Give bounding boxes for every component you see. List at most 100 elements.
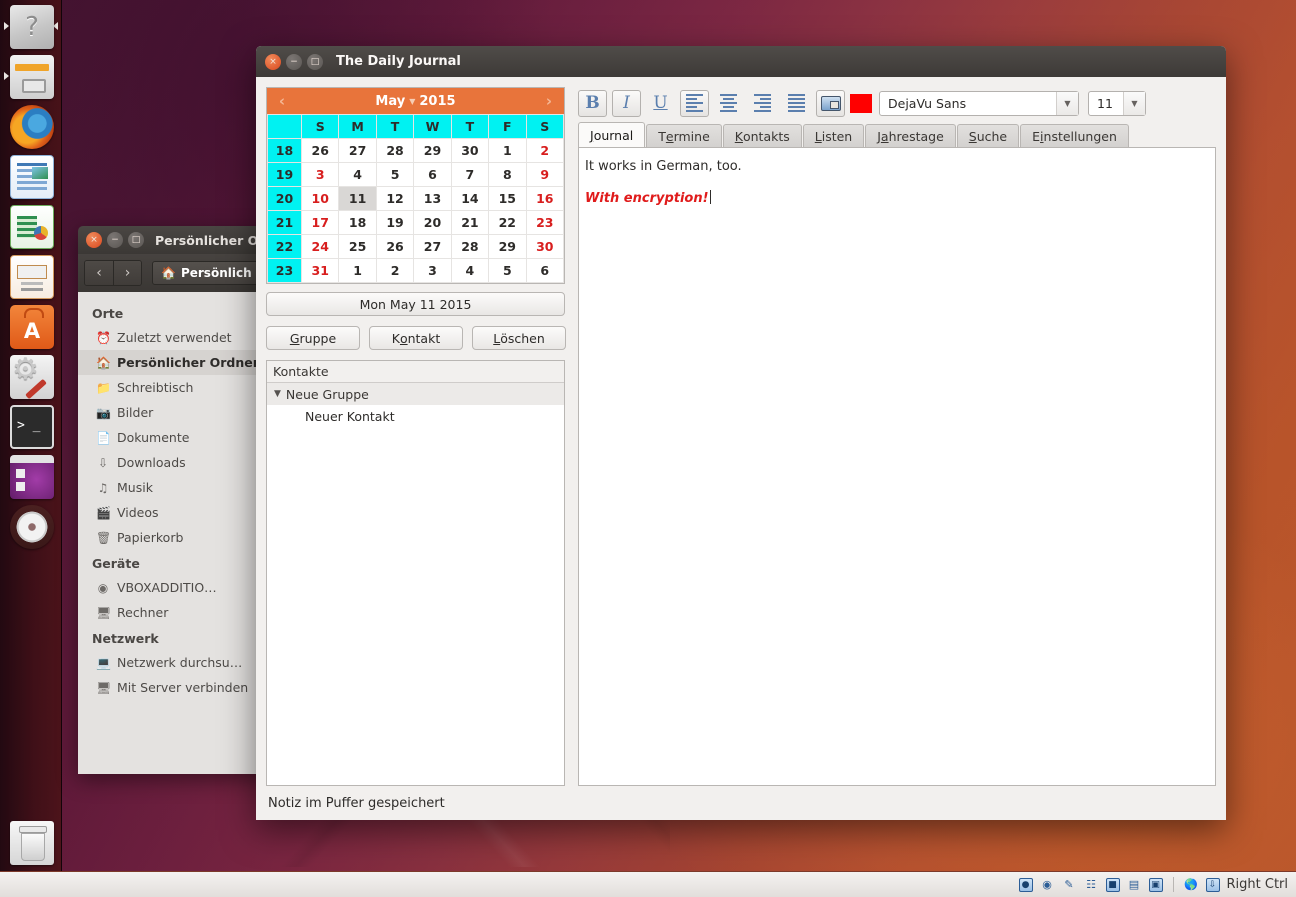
terminal-icon[interactable] xyxy=(10,405,54,449)
calendar-day-selected[interactable]: 11 xyxy=(338,186,377,211)
globe-icon[interactable]: 🌎 xyxy=(1184,877,1199,892)
selected-date-button[interactable]: Mon May 11 2015 xyxy=(266,292,565,316)
chevron-down-icon[interactable]: ▼ xyxy=(409,97,415,106)
pen-icon[interactable]: ✎ xyxy=(1062,877,1077,892)
launcher-item-files[interactable] xyxy=(4,52,58,102)
calendar-day[interactable]: 5 xyxy=(488,258,527,283)
dash-icon[interactable] xyxy=(10,5,54,49)
calendar-day[interactable]: 7 xyxy=(450,162,490,187)
expander-icon[interactable]: ▼ xyxy=(274,389,281,399)
calendar-day[interactable]: 28 xyxy=(450,234,490,259)
align-center-button[interactable] xyxy=(714,90,743,117)
launcher-item-workspace-switcher[interactable] xyxy=(4,452,58,502)
launcher-item-software-center[interactable] xyxy=(4,302,58,352)
back-button[interactable]: ‹ xyxy=(85,261,113,285)
calendar-day[interactable]: 23 xyxy=(525,210,565,235)
calendar-day[interactable]: 28 xyxy=(375,138,415,163)
text-color-swatch[interactable] xyxy=(850,93,872,113)
calendar-day[interactable]: 30 xyxy=(525,234,565,259)
calendar-day[interactable]: 1 xyxy=(338,258,377,283)
writer-icon[interactable] xyxy=(10,155,54,199)
calendar-day[interactable]: 19 xyxy=(375,210,415,235)
calendar-day[interactable]: 9 xyxy=(525,162,565,187)
bold-button[interactable]: B xyxy=(578,89,607,117)
launcher-item-firefox[interactable] xyxy=(4,102,58,152)
launcher-item-libreoffice-impress[interactable] xyxy=(4,252,58,302)
download-icon[interactable]: ⇩ xyxy=(1205,877,1220,892)
tab-journal[interactable]: Journal xyxy=(578,122,646,147)
tab-einstellungen[interactable]: Ei nstellungen xyxy=(1020,124,1129,147)
calendar-body[interactable]: 18 26 27 28 29 30 1 2 19 3 4 5 6 7 8 9 20 10 11 12 13 14 15 16 2… xyxy=(267,138,565,283)
calendar-day[interactable]: 3 xyxy=(300,162,340,187)
calendar-day[interactable]: 29 xyxy=(413,138,452,163)
launcher-item-disk-image[interactable] xyxy=(4,502,58,552)
launcher-item-libreoffice-calc[interactable] xyxy=(4,202,58,252)
unity-launcher[interactable] xyxy=(0,0,62,871)
cd-icon[interactable] xyxy=(10,505,54,549)
launcher-item-libreoffice-writer[interactable] xyxy=(4,152,58,202)
calendar-day[interactable]: 26 xyxy=(375,234,415,259)
navigation-buttons[interactable]: ‹ › xyxy=(84,260,142,286)
network-icon[interactable]: ☷ xyxy=(1084,877,1099,892)
calendar-day[interactable]: 5 xyxy=(375,162,415,187)
calendar-day[interactable]: 10 xyxy=(300,186,340,211)
minimize-button[interactable]: − xyxy=(286,53,302,70)
breadcrumb[interactable]: 🏠 Persönlich xyxy=(152,261,261,285)
chevron-down-icon[interactable]: ▼ xyxy=(1056,91,1078,115)
underline-button[interactable]: U xyxy=(646,90,675,117)
calendar-day[interactable]: 31 xyxy=(300,258,340,283)
align-left-button[interactable] xyxy=(680,89,709,117)
calendar-next-month-button[interactable]: › xyxy=(536,88,562,114)
contacts-panel[interactable]: Kontakte ▼ Neue Gruppe Neuer Kontakt xyxy=(266,360,565,786)
calendar-grid[interactable]: S M T W T F S 18 26 27 28 29 30 1 2 19 3 4 5 6 7 8 9 20 1… xyxy=(267,114,565,283)
calendar-day[interactable]: 27 xyxy=(413,234,452,259)
calendar-day[interactable]: 30 xyxy=(450,138,490,163)
optical-disk-icon[interactable]: ◉ xyxy=(1040,877,1055,892)
close-button[interactable]: × xyxy=(86,232,102,248)
cpu-icon[interactable]: ▣ xyxy=(1148,877,1163,892)
calc-icon[interactable] xyxy=(10,205,54,249)
launcher-item-system-settings[interactable] xyxy=(4,352,58,402)
calendar-day[interactable]: 4 xyxy=(450,258,490,283)
close-button[interactable]: × xyxy=(265,53,281,70)
calendar-day[interactable]: 18 xyxy=(338,210,377,235)
contacts-item[interactable]: Neuer Kontakt xyxy=(267,405,564,427)
calendar-day[interactable]: 17 xyxy=(300,210,340,235)
calendar-day[interactable]: 16 xyxy=(525,186,565,211)
tab-jahrestage[interactable]: Ja hrestage xyxy=(865,124,956,147)
display-icon[interactable]: ▤ xyxy=(1127,877,1142,892)
contacts-group-row[interactable]: ▼ Neue Gruppe xyxy=(267,383,564,405)
calendar-day[interactable]: 6 xyxy=(413,162,452,187)
italic-button[interactable]: I xyxy=(612,89,641,117)
calendar-day[interactable]: 20 xyxy=(413,210,452,235)
tab-termine[interactable]: Te rmine xyxy=(646,124,722,147)
font-size-select[interactable]: 11 ▼ xyxy=(1088,90,1146,116)
calendar-day[interactable]: 21 xyxy=(450,210,490,235)
firefox-icon[interactable] xyxy=(10,105,54,149)
calendar-day[interactable]: 2 xyxy=(375,258,415,283)
impress-icon[interactable] xyxy=(10,255,54,299)
calendar-day[interactable]: 8 xyxy=(488,162,527,187)
trash-icon[interactable] xyxy=(10,821,54,865)
calendar-day[interactable]: 26 xyxy=(300,138,340,163)
formatting-toolbar[interactable]: B I U DejaVu Sans ▼ 11 ▼ xyxy=(578,87,1216,119)
calendar-prev-month-button[interactable]: ‹ xyxy=(269,88,295,114)
tab-suche[interactable]: Suche xyxy=(956,124,1020,147)
journal-editor[interactable]: It works in German, too. With encryption… xyxy=(578,147,1216,786)
calendar-day[interactable]: 3 xyxy=(413,258,452,283)
software-center-icon[interactable] xyxy=(10,305,54,349)
kontakt-button[interactable]: Ko ntakt xyxy=(369,326,463,350)
calendar-day[interactable]: 14 xyxy=(450,186,490,211)
calendar-day[interactable]: 24 xyxy=(300,234,340,259)
justify-button[interactable] xyxy=(782,90,811,117)
daily-journal-window[interactable]: × − □ The Daily Journal ‹ May ▼ 2015 › S… xyxy=(256,46,1226,820)
calendar-day[interactable]: 4 xyxy=(338,162,377,187)
loeschen-button[interactable]: Löschen xyxy=(472,326,566,350)
calendar-day[interactable]: 12 xyxy=(375,186,415,211)
gruppe-button[interactable]: Gruppe xyxy=(266,326,360,350)
tab-listen[interactable]: Listen xyxy=(802,124,865,147)
insert-image-button[interactable] xyxy=(816,89,845,117)
chevron-down-icon[interactable]: ▼ xyxy=(1123,91,1145,115)
workspace-switcher-icon[interactable] xyxy=(10,455,54,499)
files-icon[interactable] xyxy=(10,55,54,99)
